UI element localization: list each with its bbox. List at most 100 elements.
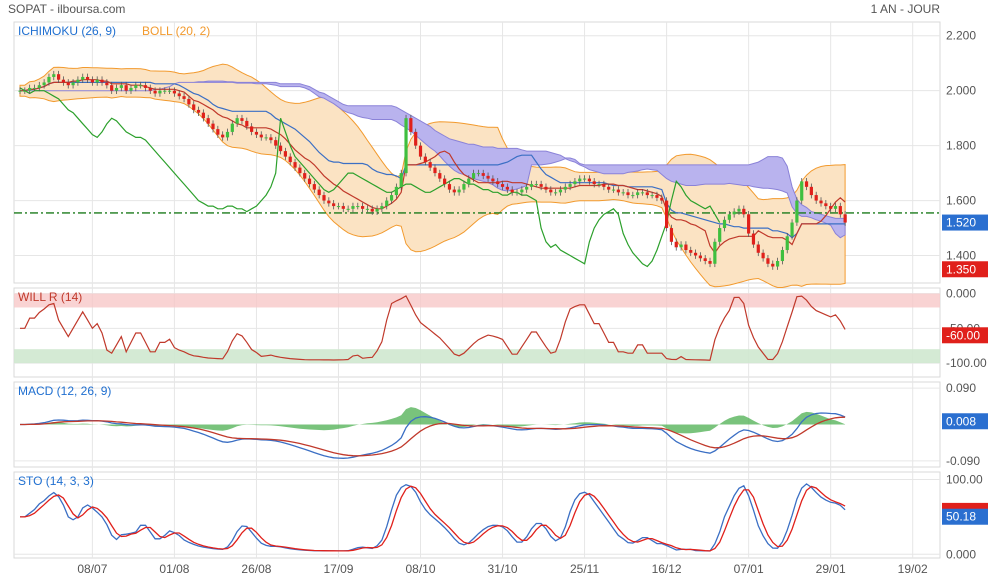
candle-body [312,184,316,190]
candle-body [211,123,215,130]
candle-body [23,90,27,92]
candle-body [447,184,452,190]
panel-frame-sto [13,471,941,559]
candle-body [529,184,534,187]
candle-body [727,214,731,220]
candle-body [129,87,133,91]
candle-body [582,178,587,180]
candle-body [471,173,476,179]
candle-body [703,258,707,262]
price-y-tick-label: 2.000 [946,84,976,98]
candle-body [283,151,287,157]
candle-body [631,195,635,197]
candle-body [655,195,659,198]
candle-body [766,258,770,264]
candle-body [520,189,524,193]
x-tick-label: 26/08 [241,562,271,576]
stock-chart: SOPAT - ilboursa.com 1 AN - JOUR 08/07 01… [8,2,988,576]
candle-body [409,118,413,132]
x-tick-label: 25/11 [570,562,599,576]
candle-body [245,120,249,127]
price-min-value: 1.350 [946,262,976,276]
candle-body [32,87,37,89]
price-legend-label: BOLL (20, 2) [142,24,210,38]
candle-body [438,173,442,179]
x-tick-label: 17/09 [323,562,353,576]
candle-body [389,195,394,201]
candle-body [443,178,447,185]
candle-body [240,118,244,121]
candle-body [824,203,828,207]
candle-body [187,98,191,105]
candle-body [196,109,201,113]
candle-body [568,184,572,187]
candle-body [71,82,75,86]
price-y-tick-label: 1.600 [946,194,976,208]
candle-body [679,244,683,248]
candle-body [18,90,22,92]
sto-legend-label: STO (14, 3, 3) [18,474,94,488]
candle-body [298,167,302,174]
x-tick-label: 07/01 [734,562,764,576]
candle-body [42,82,46,86]
candle-body [293,162,297,168]
candle-body [57,74,61,80]
candle-body [645,192,649,196]
candle-body [143,85,148,88]
candle-body [317,189,321,196]
candle-body [269,137,273,141]
candle-body [616,189,620,193]
candle-body [139,85,143,87]
candle-body [756,244,760,253]
candle-body [274,140,278,146]
candle-body [761,252,765,259]
candle-body [225,131,230,138]
candle-body [751,233,756,245]
candle-body [607,186,611,190]
candle-body [288,156,292,163]
price-y-tick-label: 2.200 [946,29,976,43]
price-last-value: 1.520 [946,216,976,230]
macd-y-tick-label: -0.090 [946,454,980,468]
price-legend-label: ICHIMOKU (26, 9) [18,24,116,38]
candle-body [414,131,418,146]
candle-body [356,206,360,208]
candle-body [341,206,345,209]
candle-body [611,189,616,191]
candle-body [597,184,601,186]
candle-body [163,90,167,92]
candle-body [361,206,365,209]
candle-body [332,203,336,207]
candle-body [336,206,341,208]
candle-body [365,208,370,210]
candle-body [578,178,582,182]
candle-body [235,118,239,124]
candle-body [394,186,398,196]
candle-body [814,195,818,201]
candle-body [669,228,674,242]
candle-body [554,192,558,194]
candle-body [660,197,664,201]
candle-body [110,85,114,91]
candle-body [795,200,799,223]
candle-body [505,186,509,190]
candle-body [838,206,842,215]
candle-body [307,178,312,185]
candle-body [206,118,210,124]
x-tick-label: 01/08 [159,562,189,576]
candle-body [747,214,751,234]
candle-body [525,186,529,190]
x-tick-label: 08/10 [405,562,435,576]
candle-body [452,189,456,193]
candle-body [380,206,384,209]
candle-body [809,186,813,196]
candle-body [481,173,485,176]
candle-body [418,145,423,157]
candle-body [790,222,794,237]
candle-body [573,181,577,185]
candle-body [650,195,654,197]
candle-body [780,250,785,262]
candle-body [674,241,678,248]
candle-body [539,184,543,187]
candle-body [486,175,490,179]
